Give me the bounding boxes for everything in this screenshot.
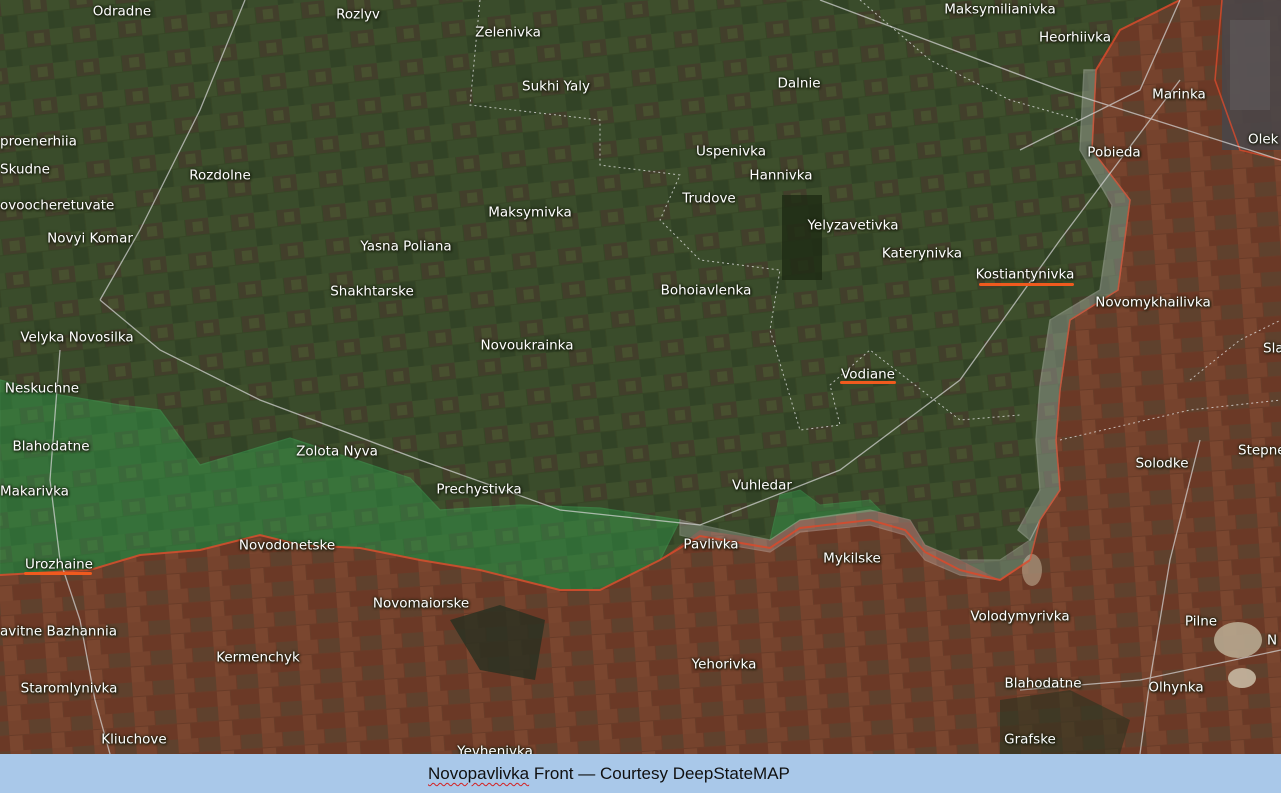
- caption-credit: Front — Courtesy DeepStateMAP: [529, 764, 790, 783]
- place-label-staromlynivka: Staromlynivka: [20, 680, 118, 697]
- place-label-sukhi-yaly: Sukhi Yaly: [522, 78, 590, 95]
- place-label-novyi-komar: Novyi Komar: [47, 230, 133, 247]
- place-label-pobieda: Pobieda: [1087, 144, 1141, 161]
- caption-place-name: Novopavlivka: [428, 764, 530, 783]
- place-label-novomaiorske: Novomaiorske: [372, 595, 470, 612]
- place-label-uspenivka: Uspenivka: [696, 143, 766, 160]
- place-label-blahodatne-east: Blahodatne: [1004, 675, 1082, 692]
- place-label-vuhledar: Vuhledar: [732, 477, 792, 494]
- place-label-yevhenivka: Yevhenivka: [457, 743, 533, 754]
- place-label-pavlivka: Pavlivka: [683, 536, 739, 553]
- place-label-maksymilianivka: Maksymilianivka: [944, 1, 1056, 18]
- place-label-yelyzavetivka: Yelyzavetivka: [807, 217, 899, 234]
- place-label-katerynivka: Katerynivka: [881, 245, 963, 262]
- place-label-kostiantynivka: Kostiantynivka: [975, 266, 1075, 283]
- place-label-dalnie: Dalnie: [777, 75, 821, 92]
- place-label-novoukrainka: Novoukrainka: [480, 337, 574, 354]
- place-label-proenerhiia: proenerhiia: [0, 133, 77, 150]
- place-label-rozlyv: Rozlyv: [336, 6, 380, 23]
- place-label-yehorivka: Yehorivka: [691, 656, 757, 673]
- place-label-neskuchne: Neskuchne: [4, 380, 80, 397]
- place-label-stepne: Stepne: [1238, 442, 1281, 459]
- place-label-olek: Olek: [1248, 131, 1279, 148]
- place-label-kermenchyk: Kermenchyk: [216, 649, 300, 666]
- place-label-odradne: Odradne: [92, 3, 152, 20]
- place-label-solodke: Solodke: [1135, 455, 1189, 472]
- place-label-rozdolne: Rozdolne: [189, 167, 251, 184]
- place-label-volodymyrivka: Volodymyrivka: [970, 608, 1070, 625]
- place-label-maksymivka: Maksymivka: [488, 204, 572, 221]
- place-label-urozhaine: Urozhaine: [25, 556, 93, 573]
- satellite-map[interactable]: Odradne Rozlyv Zelenivka Maksymilianivka…: [0, 0, 1281, 754]
- place-label-shakhtarske: Shakhtarske: [330, 283, 414, 300]
- place-label-marinka: Marinka: [1152, 86, 1206, 103]
- place-label-olhynka: Olhynka: [1148, 679, 1204, 696]
- place-label-heorhiivka: Heorhiivka: [1039, 29, 1111, 46]
- place-label-skudne: Skudne: [0, 161, 50, 178]
- highlight-underline-vodiane: [840, 381, 896, 384]
- place-label-mykilske: Mykilske: [823, 550, 881, 567]
- place-label-novomykhailivka: Novomykhailivka: [1095, 294, 1211, 311]
- place-label-prechystivka: Prechystivka: [436, 481, 522, 498]
- place-label-trudove: Trudove: [682, 190, 736, 207]
- place-label-hannivka: Hannivka: [749, 167, 813, 184]
- place-label-pilne: Pilne: [1184, 613, 1218, 630]
- place-label-zolota-nyva: Zolota Nyva: [296, 443, 378, 460]
- place-label-velyka-novosilka: Velyka Novosilka: [20, 329, 134, 346]
- map-caption: Novopavlivka Front — Courtesy DeepStateM…: [428, 765, 790, 782]
- place-label-bohoiavlenka: Bohoiavlenka: [660, 282, 752, 299]
- map-canvas: [0, 0, 1281, 754]
- place-label-zelenivka: Zelenivka: [475, 24, 541, 41]
- place-label-grafske: Grafske: [1004, 731, 1056, 748]
- place-label-vodiane: Vodiane: [841, 366, 895, 383]
- place-label-yasna-poliana: Yasna Poliana: [360, 238, 452, 255]
- highlight-underline-urozhaine: [24, 572, 92, 575]
- highlight-underline-kostiantynivka: [979, 283, 1074, 286]
- place-label-novodonetske: Novodonetske: [238, 537, 336, 554]
- place-label-blahodatne-west: Blahodatne: [12, 438, 90, 455]
- place-label-sla: Sla: [1263, 340, 1281, 357]
- place-label-novoocheretuvate: ovoocheretuvate: [0, 197, 115, 214]
- place-label-kliuchove: Kliuchove: [101, 731, 167, 748]
- place-label-zavitne-bazhannia: avitne Bazhannia: [0, 623, 118, 640]
- place-label-n: N: [1267, 632, 1278, 649]
- place-label-makarivka: Makarivka: [0, 483, 69, 500]
